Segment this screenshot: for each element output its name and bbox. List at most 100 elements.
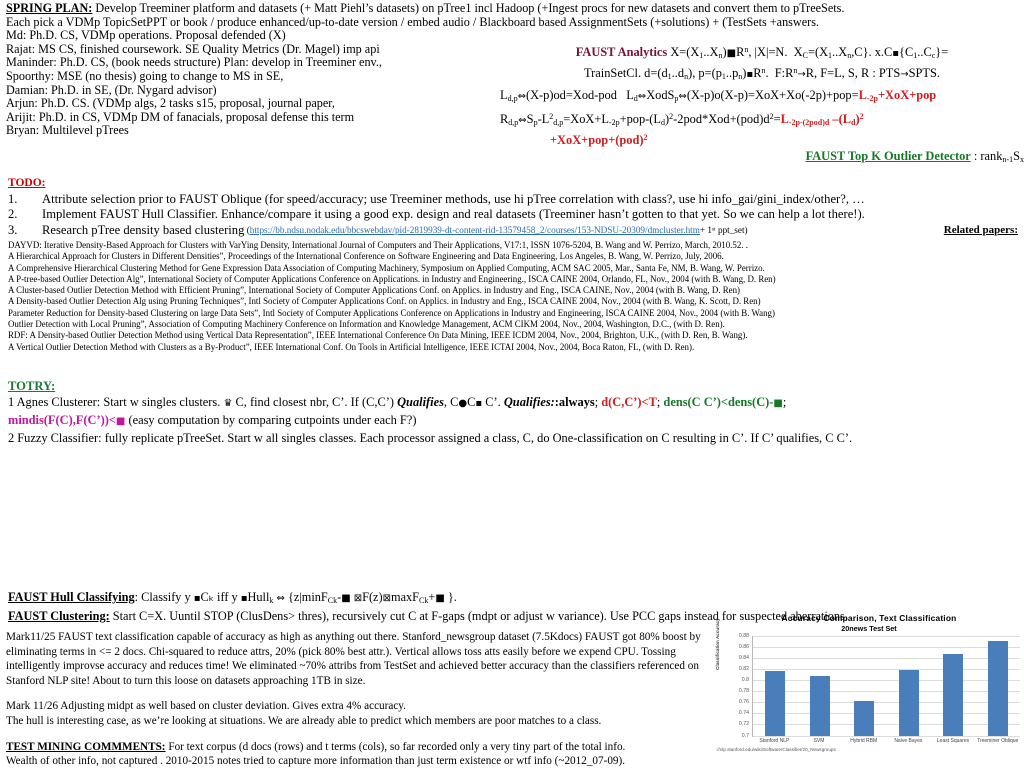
totry-header: TOTRY: <box>8 378 1020 394</box>
element-of-icon: ▪ <box>194 593 201 604</box>
chart-plot-area: Classification Accuracy 0.7 0.72 0.74 0.76 0… <box>716 636 1022 742</box>
accuracy-comparison-chart: Accuracy Comparison, Text Classification… <box>716 614 1022 768</box>
totry-line-1-a: 1 Agnes Clusterer: Start w singles clust… <box>8 395 223 409</box>
todo-item: 3. Research pTree density based clusteri… <box>8 223 1018 239</box>
chart-bar <box>810 676 830 735</box>
todo-item: 1. Attribute selection prior to FAUST Ob… <box>8 192 1018 208</box>
element-of-icon: ■ <box>727 48 736 59</box>
reference-item: A Comprehensive Hierarchical Clustering … <box>8 263 1020 274</box>
totry-line-2: min₝dis(F(C),F(C’))<■ (easy computation … <box>8 412 1020 430</box>
todo-item-number: 2. <box>8 207 42 223</box>
totry-line-3: 2 Fuzzy Classifier: fully replicate pTre… <box>8 430 1020 446</box>
element-of-icon: ▪ <box>241 593 248 604</box>
mark-notes-block: Mark11/25 FAUST text classification capa… <box>6 630 718 769</box>
mark-note-1126: Mark 11/26 Adjusting midpt as well based… <box>6 699 718 714</box>
reference-item: RDF: A Density-based Outlier Detection M… <box>8 330 1020 341</box>
chart-x-tick-label: Naive Bayes <box>886 738 931 744</box>
todo-item-text: Attribute selection prior to FAUST Obliq… <box>42 192 865 208</box>
reference-item: A P-tree-based Outlier Detection Alg”, I… <box>8 274 1020 285</box>
spring-plan-heading-line: SPRING PLAN: Develop Treeminer platform … <box>6 2 1020 16</box>
test-mining-comments-line-2: Wealth of other info, not captured . 201… <box>6 754 718 769</box>
hull-interesting-note: The hull is interesting case, as we’re l… <box>6 714 718 729</box>
qualifies-word: Qualifies <box>397 395 444 409</box>
analytics-line-3-red: L-2p+XoX+pop <box>859 88 937 102</box>
faust-topk-title: FAUST Top K Outlier Detector <box>806 149 971 163</box>
analytics-line-1: FAUST Analytics X=(X1..Xn)■Rn, |X|=N. XC… <box>500 42 1024 63</box>
chart-bar-cell <box>753 636 798 736</box>
equiv-icon: ⇔ <box>638 91 646 102</box>
chart-y-tick: 0.8 <box>742 677 749 683</box>
reference-item: A Density-based Outlier Detection Alg us… <box>8 296 1020 307</box>
reference-item: DAYVD: Iterative Density-Based Approach … <box>8 240 1020 251</box>
totry-green-cond: dens(C C’)<dens(C)- <box>663 395 773 409</box>
chart-x-tick-label: Treeminer Oblique <box>975 738 1020 744</box>
reference-item: A Hierarchical Approach for Clusters in … <box>8 251 1020 262</box>
todo-item-text: Research pTree density based clustering <box>42 223 244 239</box>
chart-y-tick: 0.72 <box>739 721 749 727</box>
leq-icon: ⊠ <box>354 593 362 604</box>
chart-y-tick: 0.88 <box>739 633 749 639</box>
plan-line: Md: Ph.D. CS, VDMp operations. Proposal … <box>6 29 1020 43</box>
todo-item-number: 3. <box>8 223 42 239</box>
chart-y-axis-ticks: 0.7 0.72 0.74 0.76 0.78 0.8 0.82 0.84 0.86 0.88 <box>724 636 750 736</box>
chart-y-tick: 0.74 <box>739 710 749 716</box>
totry-magenta-cond: min₝dis(F(C),F(C’))< <box>8 413 116 427</box>
analytics-line-2: TrainSetCl. d=(d1..dn), p=(p1..pn)▪Rn. F… <box>500 63 1024 84</box>
totry-red-cond: d(C,C’)<T <box>601 395 657 409</box>
analytics-line-4-red: L-2p-(2pod)d –(Ld)2 <box>781 112 864 126</box>
hull-classify-b: Cₖ iff y <box>201 590 241 604</box>
chart-bar-cell <box>842 636 887 736</box>
totry-line-1-c: , C <box>444 395 458 409</box>
element-of-icon: ▪ <box>746 69 753 80</box>
chart-bar <box>988 641 1008 735</box>
analytics-line-5: +XoX+pop+(pod)2 <box>550 130 1024 148</box>
epsilon-box-icon: ■ <box>773 398 782 409</box>
chart-x-tick-label: Stanford NLP <box>752 738 797 744</box>
mark-note-1125: Mark11/25 FAUST text classification capa… <box>6 630 718 688</box>
test-mining-comments-rest: For text corpus (d docs (rows) and t ter… <box>166 741 626 753</box>
hull-classify-line: FAUST Hull Classifying: Classify y ▪Cₖ i… <box>8 590 1020 609</box>
chart-bars <box>753 636 1020 736</box>
qualifies-word-2: Qualifies: <box>504 395 555 409</box>
faust-topk-rest: : rankn-1Sx <box>971 149 1024 163</box>
todo-header: TODO: <box>8 176 1018 192</box>
equiv-icon: ⇔ <box>276 593 284 604</box>
chart-bar-cell <box>931 636 976 736</box>
reference-item: A Vertical Outlier Detection Method with… <box>8 342 1020 353</box>
test-mining-comments-line: TEST MINING COMMMENTS: For text corpus (… <box>6 740 718 755</box>
arrow-icon: → <box>797 69 805 80</box>
analytics-line-4: Rd,p⇔Sp-L2d,p=XoX+L-2p+pop-(Ld)2-2pod*Xo… <box>500 109 1024 130</box>
totry-block: TOTRY: 1 Agnes Clusterer: Start w single… <box>8 378 1020 446</box>
slide-canvas: SPRING PLAN: Develop Treeminer platform … <box>0 0 1024 768</box>
totry-always: :always <box>555 395 595 409</box>
chart-source-note: ://nlp.stanford.edu/wiki/Software/Classi… <box>716 747 1022 752</box>
equiv-icon: ⇔ <box>518 91 526 102</box>
reference-item: Parameter Reduction for Density-based Cl… <box>8 308 1020 319</box>
totry-line-1-b: C, find closest nbr, C’. If (C,C’) <box>232 395 397 409</box>
chart-x-tick-label: Hybrid RBM <box>841 738 886 744</box>
epsilon-box-icon: ■ <box>341 593 350 604</box>
hull-classify-a: : Classify y <box>135 590 194 604</box>
chart-bar-cell <box>887 636 932 736</box>
related-papers-label: Related papers: <box>944 223 1018 239</box>
todo-item: 2. Implement FAUST Hull Classifier. Enha… <box>8 207 1018 223</box>
analytics-line-3: Ld,p⇔(X-p)od=Xod-pod Ld⇔XodSp⇔(X-p)o(X-p… <box>500 88 1024 106</box>
chart-bar-cell <box>798 636 843 736</box>
chart-bar <box>899 670 919 736</box>
topk-line: FAUST Top K Outlier Detector : rankn-1Sx <box>500 149 1024 167</box>
references-list: DAYVD: Iterative Density-Based Approach … <box>8 240 1020 353</box>
leq-icon: ⊠ <box>383 593 391 604</box>
dmcluster-link[interactable]: https://bb.ndsu.nodak.edu/bbcswebdav/pid… <box>250 223 700 239</box>
chart-bar <box>943 654 963 736</box>
faust-analytics-block: FAUST Analytics X=(X1..Xn)■Rn, |X|=N. XC… <box>500 42 1024 167</box>
epsilon-box-icon: ■ <box>116 416 125 427</box>
chart-subtitle: 20news Test Set <box>716 624 1022 633</box>
totry-line-1-e: C’. <box>482 395 504 409</box>
chart-gridline <box>753 736 1020 737</box>
epsilon-box-icon: ■ <box>435 593 444 604</box>
chart-y-tick: 0.84 <box>739 655 749 661</box>
chart-bar <box>765 671 785 736</box>
reference-item: Outlier Detection with Local Pruning”, A… <box>8 319 1020 330</box>
chart-y-tick: 0.76 <box>739 699 749 705</box>
chart-title: Accuracy Comparison, Text Classification <box>716 614 1022 624</box>
